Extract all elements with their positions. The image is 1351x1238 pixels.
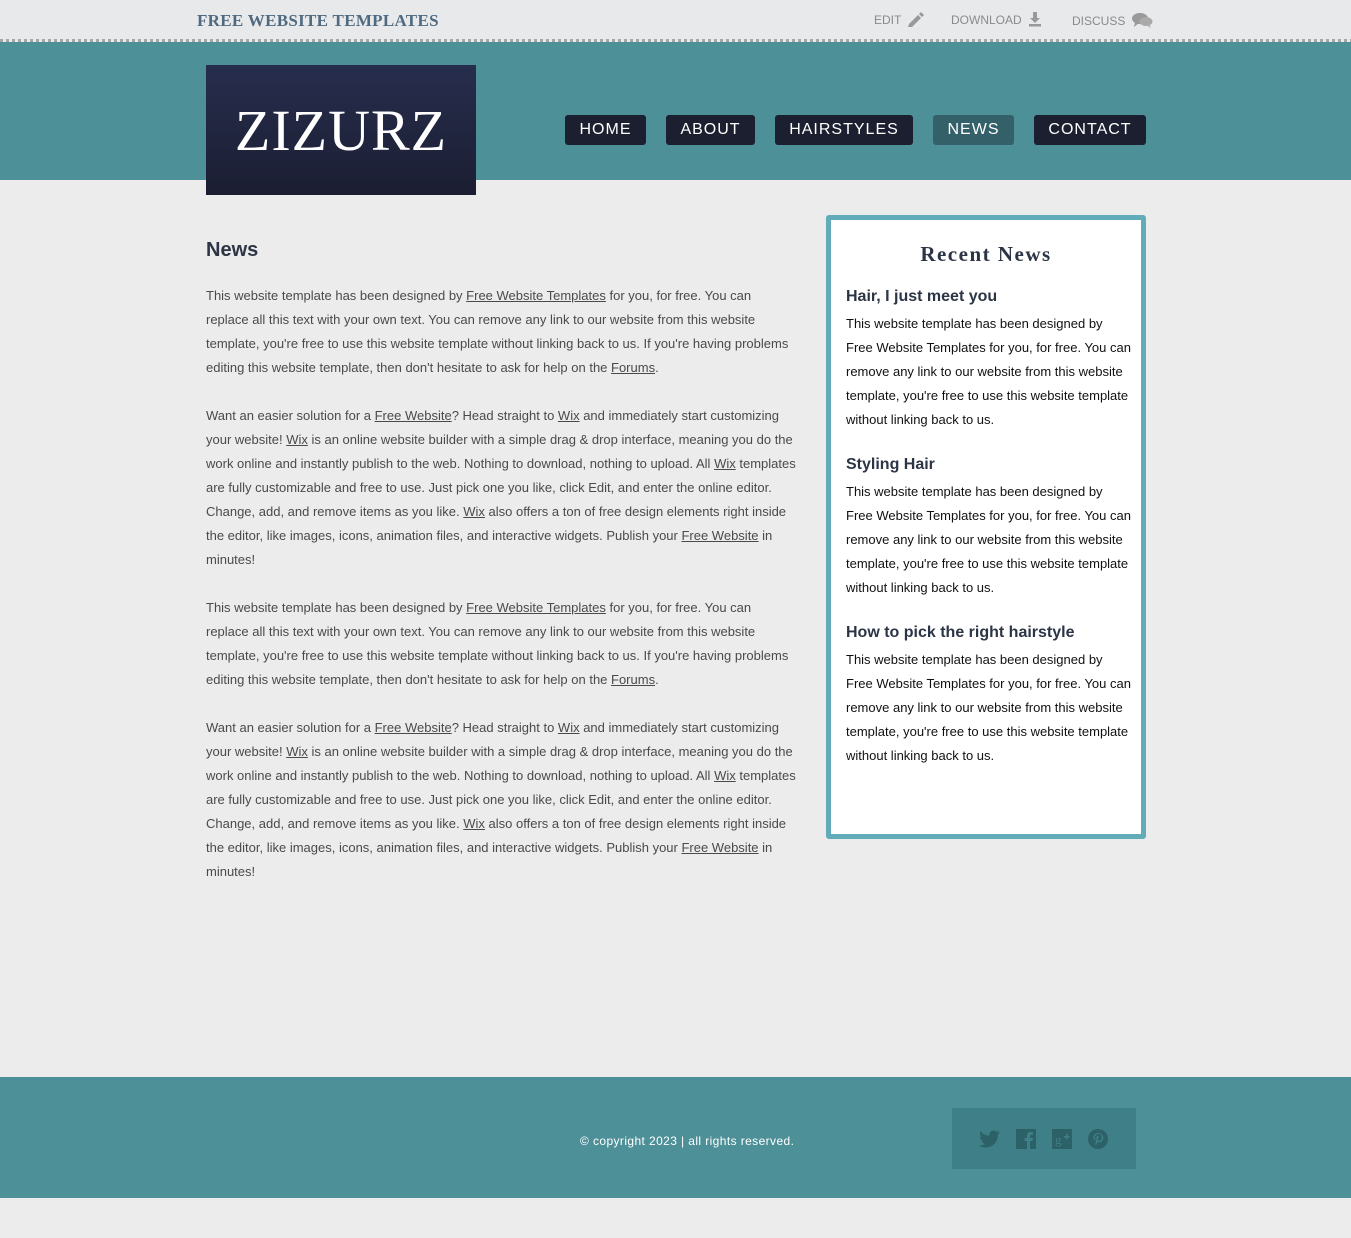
free-website-link[interactable]: Free Website: [375, 720, 452, 735]
nav-about[interactable]: ABOUT: [666, 115, 755, 145]
twitter-icon[interactable]: [979, 1128, 1001, 1150]
discuss-link-label: DISCUSS: [1072, 13, 1126, 28]
free-website-templates-link[interactable]: Free Website Templates: [466, 600, 606, 615]
wix-link[interactable]: Wix: [463, 816, 485, 831]
nav-news[interactable]: NEWS: [933, 115, 1014, 145]
svg-text:g: g: [1055, 1132, 1062, 1147]
googleplus-icon[interactable]: g: [1051, 1128, 1073, 1150]
recent-news-sidebar: Recent News Hair, I just meet you This w…: [826, 215, 1146, 839]
pencil-icon: [908, 12, 925, 27]
pinterest-icon[interactable]: [1087, 1128, 1109, 1150]
site-header: [0, 42, 1351, 180]
wix-link[interactable]: Wix: [558, 408, 580, 423]
nav-home[interactable]: HOME: [565, 115, 646, 145]
edit-link-label: EDIT: [874, 12, 902, 27]
social-links: g: [952, 1108, 1136, 1169]
free-website-link[interactable]: Free Website: [681, 528, 758, 543]
speech-bubbles-icon: [1132, 13, 1153, 28]
wix-link[interactable]: Wix: [286, 432, 308, 447]
download-link[interactable]: DOWNLOAD: [951, 12, 1042, 27]
free-website-templates-link[interactable]: Free Website Templates: [466, 288, 606, 303]
page-title: News: [206, 239, 259, 261]
recent-news-item-body: This website template has been designed …: [846, 316, 1131, 427]
news-paragraph-1: This website template has been designed …: [206, 288, 789, 375]
copyright-text: © copyright 2023 | all rights reserved.: [580, 1134, 795, 1148]
recent-news-item-body: This website template has been designed …: [846, 652, 1131, 763]
recent-news-item-title[interactable]: Styling Hair: [846, 456, 935, 474]
news-paragraph-2: Want an easier solution for a Free Websi…: [206, 408, 796, 567]
wix-link[interactable]: Wix: [714, 768, 736, 783]
download-link-label: DOWNLOAD: [951, 12, 1022, 27]
wix-link[interactable]: Wix: [714, 456, 736, 471]
recent-news-item-title[interactable]: How to pick the right hairstyle: [846, 624, 1074, 642]
site-logo[interactable]: ZIZURZ: [206, 65, 476, 195]
free-website-link[interactable]: Free Website: [375, 408, 452, 423]
news-paragraph-4: Want an easier solution for a Free Websi…: [206, 720, 796, 879]
wix-link[interactable]: Wix: [286, 744, 308, 759]
wix-link[interactable]: Wix: [463, 504, 485, 519]
sidebar-title: Recent News: [920, 242, 1052, 266]
news-paragraph-3: This website template has been designed …: [206, 600, 789, 687]
free-website-link[interactable]: Free Website: [681, 840, 758, 855]
recent-news-item-body: This website template has been designed …: [846, 484, 1131, 595]
nav-hairstyles[interactable]: HAIRSTYLES: [775, 115, 913, 145]
forums-link[interactable]: Forums: [611, 360, 655, 375]
edit-link[interactable]: EDIT: [874, 12, 925, 27]
nav-contact[interactable]: CONTACT: [1034, 115, 1146, 145]
site-network-title[interactable]: FREE WEBSITE TEMPLATES: [197, 11, 439, 31]
wix-link[interactable]: Wix: [558, 720, 580, 735]
recent-news-item-title[interactable]: Hair, I just meet you: [846, 288, 997, 306]
download-icon: [1028, 12, 1041, 27]
facebook-icon[interactable]: [1015, 1128, 1037, 1150]
forums-link[interactable]: Forums: [611, 672, 655, 687]
discuss-link[interactable]: DISCUSS: [1072, 12, 1153, 29]
